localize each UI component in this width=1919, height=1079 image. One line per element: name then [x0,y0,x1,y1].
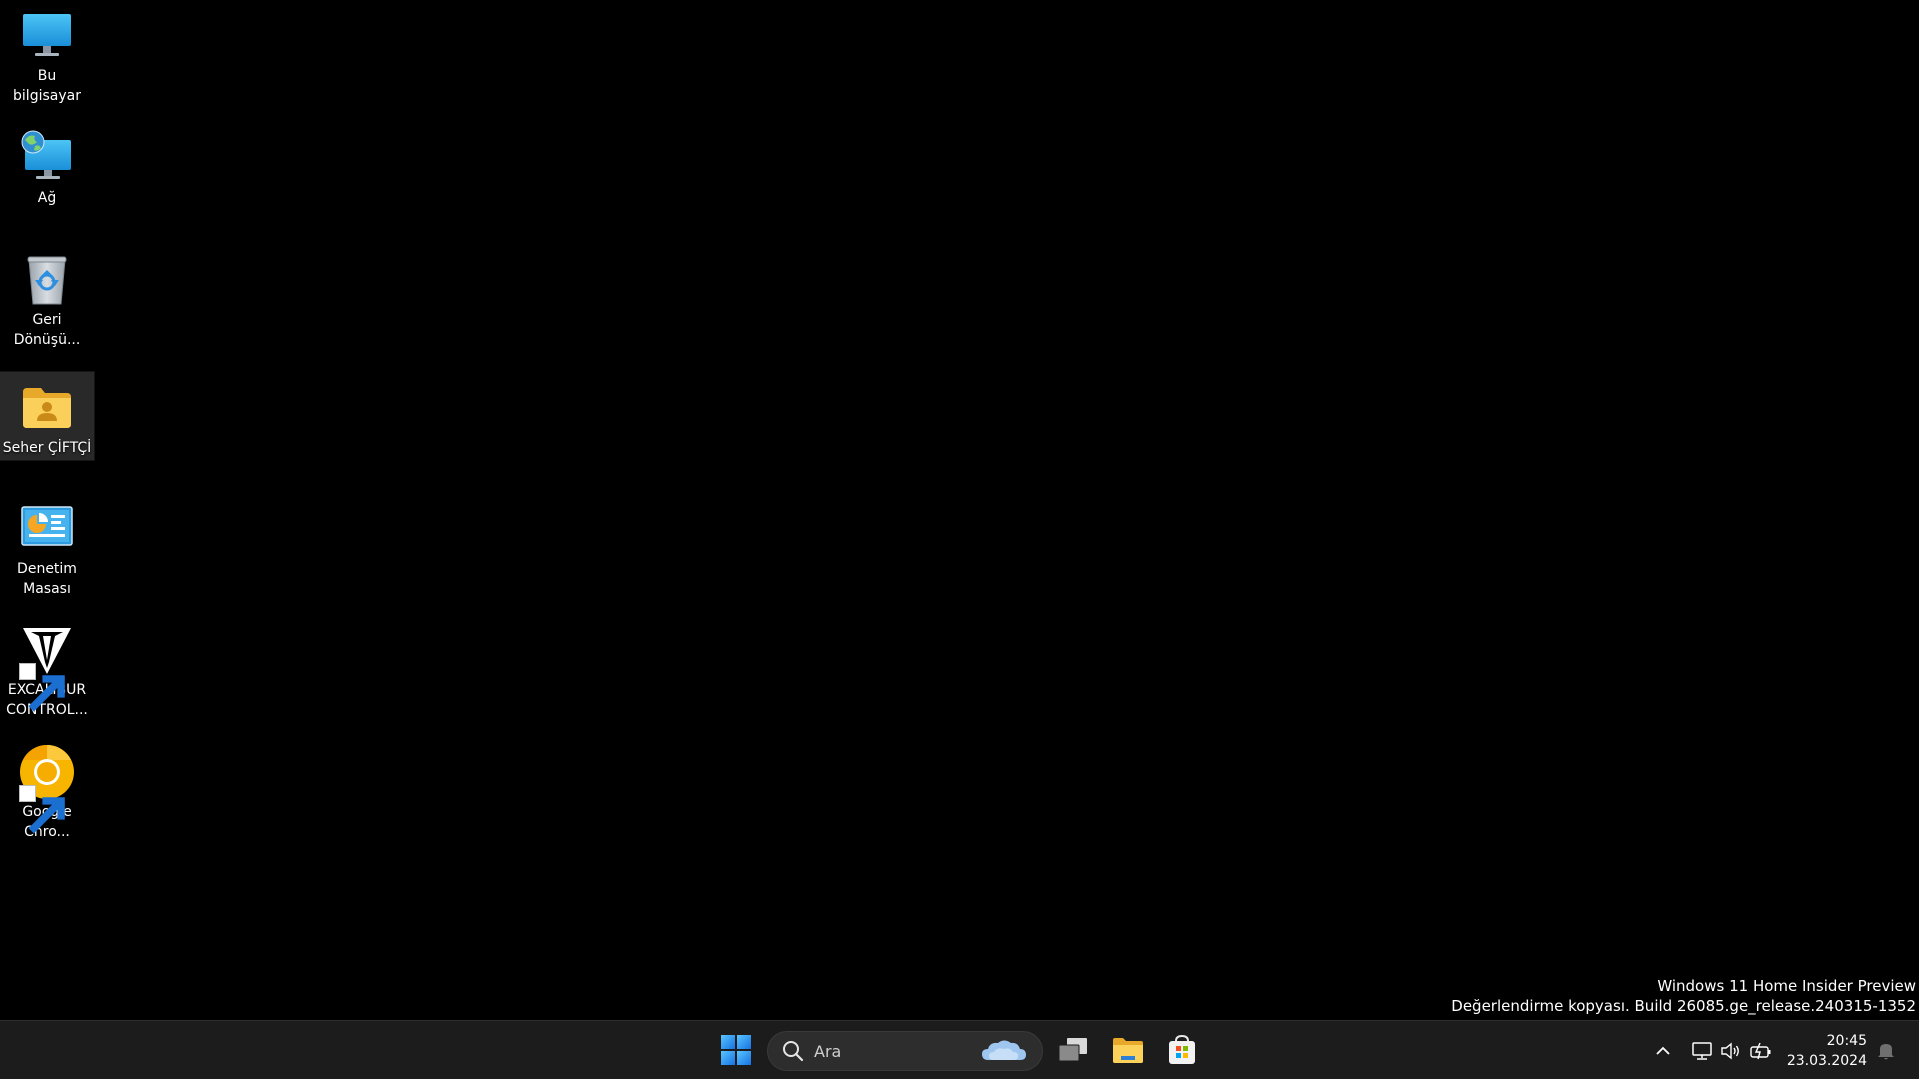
task-view-button[interactable] [1051,1029,1095,1071]
search-icon [783,1041,804,1062]
bell-icon [1878,1044,1894,1060]
network-icon [19,130,75,186]
shortcut-arrow-icon [19,663,65,712]
desktop-icon-this-pc[interactable]: Bu bilgisayar [0,0,94,104]
volume-tray-button[interactable] [1719,1039,1743,1063]
control-panel-icon [19,501,75,557]
desktop-icon-label: Bu bilgisayar [13,68,81,104]
computer-icon [19,8,75,64]
watermark-line-edition: Windows 11 Home Insider Preview [1657,977,1916,995]
task-view-icon [1058,1038,1087,1062]
battery-tray-button[interactable] [1749,1039,1773,1063]
desktop-icon-user-folder[interactable]: Seher ÇİFTÇİ [0,371,95,461]
network-tray-button[interactable] [1690,1039,1714,1063]
search-placeholder: Ara [814,1041,842,1061]
desktop-icon-label: Geri Dönüşü... [13,312,81,348]
excalibur-icon [19,622,75,712]
notifications-button[interactable] [1874,1039,1898,1063]
file-explorer-icon [1113,1038,1143,1063]
desktop-icon-google-chrome[interactable]: Google Chro... [0,736,94,848]
clock-date: 23.03.2024 [1786,1053,1867,1069]
desktop-icon-control-panel[interactable]: Denetim Masası [0,493,94,605]
windows-watermark: Windows 11 Home Insider Preview Değerlen… [1451,976,1916,1016]
taskbar-search-box[interactable]: Ara [767,1031,1043,1071]
start-icon [721,1035,751,1065]
chrome-canary-icon [19,744,75,834]
taskbar: Ara 20:45 23.03.2024 [0,1020,1919,1079]
user-folder-icon [19,380,75,436]
battery-icon [1750,1042,1771,1060]
start-button[interactable] [714,1029,758,1071]
shortcut-arrow-icon [19,785,65,834]
show-hidden-icons-button[interactable] [1651,1039,1675,1063]
desktop[interactable]: Bu bilgisayar Ağ Geri Dönüşü... Seher Çİ… [0,0,1919,1020]
recycle-bin-icon [19,252,75,308]
file-explorer-button[interactable] [1106,1029,1150,1071]
desktop-icon-label: Ağ [37,190,57,206]
microsoft-store-icon [1169,1034,1195,1064]
desktop-icon-recycle-bin[interactable]: Geri Dönüşü... [0,244,94,356]
desktop-icon-label: Seher ÇİFTÇİ [2,440,92,456]
desktop-icon-label: Denetim Masası [17,561,77,597]
volume-icon [1721,1042,1739,1060]
network-icon [1692,1042,1712,1060]
microsoft-store-button[interactable] [1160,1029,1204,1071]
taskbar-clock[interactable]: 20:45 23.03.2024 [1787,1031,1867,1071]
desktop-icon-network[interactable]: Ağ [0,122,94,210]
watermark-line-build: Değerlendirme kopyası. Build 26085.ge_re… [1451,997,1916,1015]
clock-time: 20:45 [1826,1033,1867,1049]
chevron-up-icon [1656,1046,1670,1055]
desktop-icon-excalibur[interactable]: EXCALIBUR CONTROL... [0,614,94,726]
cloud-icon [982,1040,1026,1060]
